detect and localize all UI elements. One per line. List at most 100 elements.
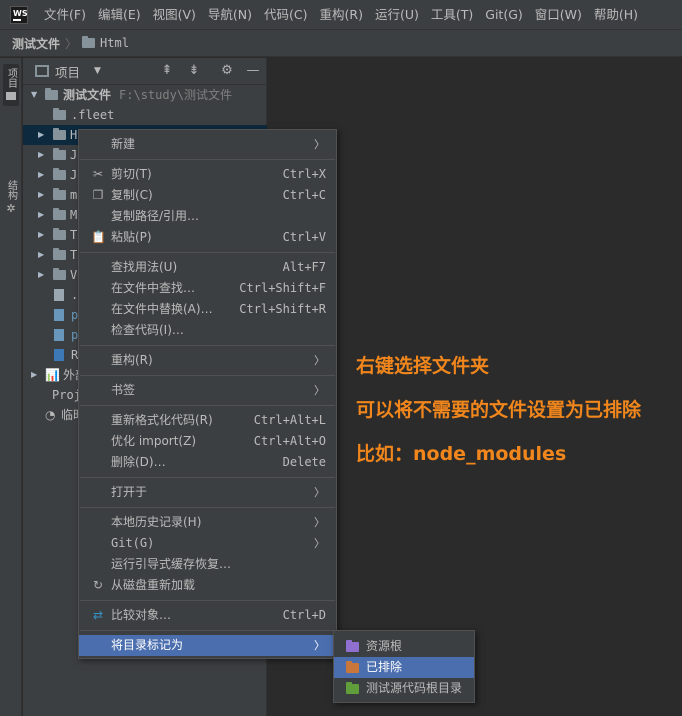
menu-item-shortcut: Ctrl+V <box>282 230 326 244</box>
folder-icon <box>53 188 66 200</box>
menu-navigate[interactable]: 导航(N) <box>202 0 258 30</box>
menu-separator <box>80 600 335 601</box>
menu-item-label: 比较对象… <box>111 608 172 622</box>
menu-item-optimize-imports[interactable]: 优化 import(Z) Ctrl+Alt+O <box>79 431 336 452</box>
stripe-project-button[interactable]: 项目 <box>3 64 19 106</box>
menu-item-label: 测试源代码根目录 <box>366 681 463 695</box>
menu-help[interactable]: 帮助(H) <box>588 0 644 30</box>
menu-item-open-in[interactable]: 打开于 〉 <box>79 482 336 503</box>
folder-icon <box>53 228 66 240</box>
project-panel-title[interactable]: 项目 <box>55 62 80 81</box>
menu-item-test-sources-root[interactable]: 测试源代码根目录 <box>334 678 474 699</box>
menu-item-shortcut: Ctrl+X <box>282 167 326 181</box>
menu-item-mark-directory-as[interactable]: 将目录标记为 〉 <box>79 635 336 656</box>
webstorm-logo-icon: WS <box>10 5 28 24</box>
tree-item-label: J <box>70 168 78 182</box>
chevron-down-icon[interactable]: ▼ <box>94 66 101 76</box>
menu-separator <box>80 345 335 346</box>
menu-item-label: 新建 <box>111 137 136 151</box>
annotation-line-3: 比如：node_modules <box>356 443 567 465</box>
menu-separator <box>80 159 335 160</box>
menu-item-copy-path[interactable]: 复制路径/引用… <box>79 206 336 227</box>
menu-item-label: 查找用法(U) <box>111 260 178 274</box>
chevron-right-icon[interactable]: ▶ <box>38 205 48 225</box>
chevron-right-icon[interactable]: ▶ <box>31 365 41 385</box>
menu-item-bookmarks[interactable]: 书签 〉 <box>79 380 336 401</box>
menu-run[interactable]: 运行(U) <box>369 0 425 30</box>
menu-item-sources-root[interactable]: 资源根 <box>334 636 474 657</box>
chevron-right-icon[interactable]: ▶ <box>38 185 48 205</box>
breadcrumb-folder[interactable]: Html <box>100 36 129 50</box>
context-menu: 新建 〉 ✂ 剪切(T) Ctrl+X ❐ 复制(C) Ctrl+C 复制路径/… <box>78 129 337 659</box>
menu-item-local-history[interactable]: 本地历史记录(H) 〉 <box>79 512 336 533</box>
menu-item-reload-from-disk[interactable]: ↻ 从磁盘重新加载 <box>79 575 336 596</box>
menu-separator <box>80 405 335 406</box>
tree-item-label: J <box>70 148 78 162</box>
menu-item-git[interactable]: Git(G) 〉 <box>79 533 336 554</box>
menu-separator <box>80 252 335 253</box>
menu-item-repair-ide[interactable]: 运行引导式缓存恢复… <box>79 554 336 575</box>
menu-item-paste[interactable]: 📋 粘贴(P) Ctrl+V <box>79 227 336 248</box>
menu-code[interactable]: 代码(C) <box>258 0 313 30</box>
menu-item-cut[interactable]: ✂ 剪切(T) Ctrl+X <box>79 164 336 185</box>
menu-item-copy[interactable]: ❐ 复制(C) Ctrl+C <box>79 185 336 206</box>
tree-item-fleet[interactable]: .fleet <box>23 105 267 125</box>
menu-item-label: 复制(C) <box>111 188 153 202</box>
menu-tools[interactable]: 工具(T) <box>425 0 479 30</box>
collapse-all-icon[interactable]: ⇟ <box>186 63 202 79</box>
tree-root[interactable]: ▼ 测试文件 F:\study\测试文件 <box>23 85 267 105</box>
folder-icon <box>82 36 96 48</box>
menu-item-find-in-files[interactable]: 在文件中查找… Ctrl+Shift+F <box>79 278 336 299</box>
folder-icon <box>53 148 66 160</box>
breadcrumb: 测试文件 〉 Html <box>0 30 682 57</box>
menu-item-label: 复制路径/引用… <box>111 209 200 223</box>
menu-item-label: 粘贴(P) <box>111 230 152 244</box>
menu-item-inspect-code[interactable]: 检查代码(I)… <box>79 320 336 341</box>
gear-icon[interactable]: ⚙ <box>219 63 235 79</box>
menu-item-excluded[interactable]: 已排除 <box>334 657 474 678</box>
chevron-right-icon: 〉 <box>314 516 325 529</box>
folder-icon <box>53 128 66 140</box>
menu-window[interactable]: 窗口(W) <box>529 0 588 30</box>
menu-item-label: 资源根 <box>366 639 403 653</box>
menu-item-find-usages[interactable]: 查找用法(U) Alt+F7 <box>79 257 336 278</box>
menu-item-shortcut: Ctrl+Alt+L <box>253 413 326 427</box>
menu-file[interactable]: 文件(F) <box>38 0 92 30</box>
stripe-structure-label: 结构 <box>5 180 17 200</box>
annotation-line-2: 可以将不需要的文件设置为已排除 <box>356 399 642 421</box>
excluded-folder-icon <box>346 661 359 673</box>
menu-item-replace-in-files[interactable]: 在文件中替换(A)… Ctrl+Shift+R <box>79 299 336 320</box>
chevron-right-icon[interactable]: ▶ <box>38 245 48 265</box>
menu-item-compare-with[interactable]: ⇄ 比较对象… Ctrl+D <box>79 605 336 626</box>
menu-edit[interactable]: 编辑(E) <box>92 0 147 30</box>
menu-item-label: 运行引导式缓存恢复… <box>111 557 232 571</box>
menu-git[interactable]: Git(G) <box>479 0 529 30</box>
main-menubar: WS 文件(F) 编辑(E) 视图(V) 导航(N) 代码(C) 重构(R) 运… <box>0 0 682 30</box>
chevron-right-icon[interactable]: ▶ <box>38 225 48 245</box>
chevron-right-icon[interactable]: ▶ <box>38 265 48 285</box>
expand-all-icon[interactable]: ⇞ <box>159 63 175 79</box>
menu-refactor[interactable]: 重构(R) <box>314 0 369 30</box>
chevron-right-icon: 〉 <box>314 486 325 499</box>
menu-item-new[interactable]: 新建 〉 <box>79 134 336 155</box>
root-folder-path: F:\study\测试文件 <box>119 88 233 102</box>
menu-item-label: 优化 import(Z) <box>111 434 197 448</box>
menu-item-label: 重新格式化代码(R) <box>111 413 213 427</box>
chevron-right-icon[interactable]: ▶ <box>38 145 48 165</box>
stripe-structure-button[interactable]: 结构 ✲ <box>3 176 19 218</box>
menu-item-refactor[interactable]: 重构(R) 〉 <box>79 350 336 371</box>
copy-icon: ❐ <box>92 188 104 202</box>
tree-item-label: .fleet <box>71 108 115 122</box>
menu-view[interactable]: 视图(V) <box>147 0 202 30</box>
menu-item-label: 删除(D)… <box>111 455 166 469</box>
chevron-down-icon[interactable]: ▼ <box>31 85 41 105</box>
menu-item-delete[interactable]: 删除(D)… Delete <box>79 452 336 473</box>
menu-item-shortcut: Delete <box>282 455 326 469</box>
chevron-right-icon[interactable]: ▶ <box>38 165 48 185</box>
chevron-right-icon[interactable]: ▶ <box>38 125 48 145</box>
tree-item-label: m <box>70 188 78 202</box>
minimize-icon[interactable]: — <box>245 63 261 79</box>
menu-item-reformat-code[interactable]: 重新格式化代码(R) Ctrl+Alt+L <box>79 410 336 431</box>
breadcrumb-project[interactable]: 测试文件 <box>12 35 60 52</box>
scissors-icon: ✂ <box>92 167 104 181</box>
